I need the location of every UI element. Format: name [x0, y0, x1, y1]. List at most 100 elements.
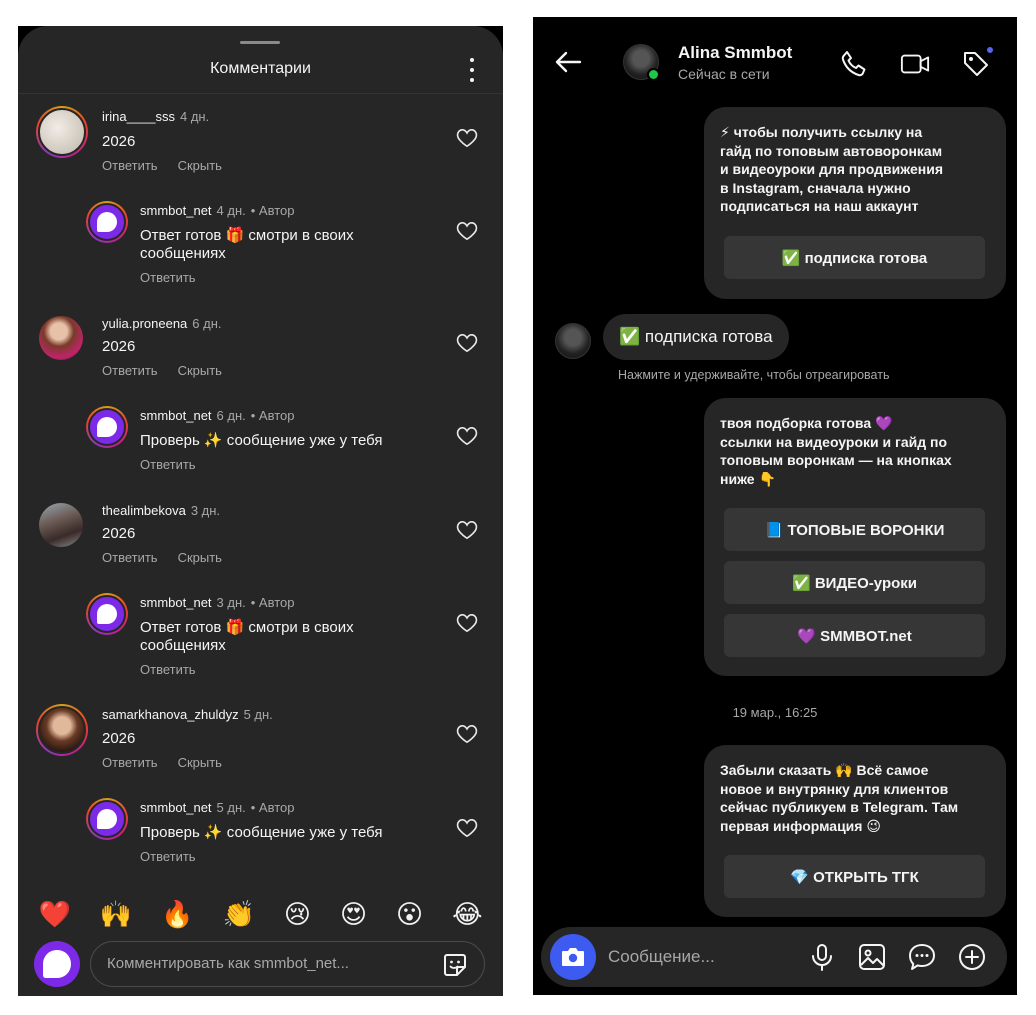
more-options-icon[interactable] — [466, 58, 478, 82]
received-message[interactable]: ✅ подписка готова — [603, 314, 789, 360]
heart-icon[interactable] — [456, 724, 478, 744]
reply-button[interactable]: Ответить — [140, 270, 196, 285]
contact-name[interactable]: Alina Smmbot — [678, 43, 792, 63]
link-button-telegram[interactable]: 💎 ОТКРЫТЬ ТГК — [724, 855, 985, 898]
quick-reply-button[interactable]: ✅ подписка готова — [724, 236, 985, 279]
emoji-fire[interactable]: 🔥 — [161, 899, 193, 930]
camera-button[interactable] — [550, 934, 596, 980]
emoji-heart-eyes[interactable]: 😍 — [340, 899, 367, 930]
comment-text: Проверь ✨ сообщение уже у тебя — [140, 432, 383, 449]
reply-button[interactable]: Ответить — [102, 363, 158, 378]
author-badge: • Автор — [250, 408, 295, 423]
message-input[interactable]: Сообщение... — [608, 947, 715, 967]
time-ago: 5 дн. — [243, 707, 273, 722]
link-button-video-lessons[interactable]: ✅ ВИДЕО-уроки — [724, 561, 985, 604]
avatar[interactable] — [36, 704, 88, 756]
message-bubble: Забыли сказать 🙌 Всё самое новое и внутр… — [704, 745, 1006, 917]
video-call-icon[interactable] — [900, 49, 930, 79]
username[interactable]: thealimbekova — [102, 503, 186, 518]
username[interactable]: smmbot_net — [140, 595, 212, 610]
reply-button[interactable]: Ответить — [140, 457, 196, 472]
time-ago: 5 дн. — [216, 800, 246, 815]
comment-text: Ответ готов 🎁 смотри в своих сообщениях — [140, 619, 354, 654]
emoji-heart[interactable]: ❤️ — [38, 899, 70, 930]
comment-text: 2026 — [102, 133, 136, 150]
camera-icon — [562, 948, 584, 966]
plus-circle-icon[interactable] — [957, 942, 987, 972]
comment-input[interactable]: Комментировать как smmbot_net... — [90, 941, 485, 987]
reaction-hint: Нажмите и удерживайте, чтобы отреагирова… — [618, 368, 890, 382]
heart-icon[interactable] — [456, 128, 478, 148]
author-badge: • Автор — [250, 203, 295, 218]
direct-chat-panel: Alina Smmbot Сейчас в сети ⚡ чтобы получ… — [533, 17, 1017, 995]
time-ago: 4 дн. — [216, 203, 246, 218]
username[interactable]: irina____sss — [102, 109, 175, 124]
link-button-smmbot[interactable]: 💜 SMMBOT.net — [724, 614, 985, 657]
time-ago: 4 дн. — [180, 109, 210, 124]
heart-icon[interactable] — [456, 818, 478, 838]
message-text: Забыли сказать 🙌 Всё самое новое и внутр… — [720, 762, 959, 834]
avatar[interactable] — [86, 406, 128, 448]
link-button-funnels[interactable]: 📘 ТОПОВЫЕ ВОРОНКИ — [724, 508, 985, 551]
emoji-laugh[interactable]: 😂 — [452, 899, 482, 930]
username[interactable]: yulia.proneena — [102, 316, 187, 331]
avatar[interactable] — [39, 316, 83, 360]
message-text: ⚡ чтобы получить ссылку на гайд по топов… — [720, 124, 944, 214]
time-ago: 6 дн. — [216, 408, 246, 423]
comment-text: 2026 — [102, 730, 136, 747]
username[interactable]: samarkhanova_zhuldyz — [102, 707, 239, 722]
emoji-surprised[interactable]: 😮 — [396, 899, 423, 930]
comments-title: Комментарии — [210, 60, 311, 77]
message-composer: Сообщение... — [541, 927, 1007, 987]
avatar[interactable] — [86, 593, 128, 635]
heart-icon[interactable] — [456, 613, 478, 633]
reply-button[interactable]: Ответить — [102, 158, 158, 173]
comment-text: 2026 — [102, 338, 136, 355]
heart-icon[interactable] — [456, 333, 478, 353]
reply-button[interactable]: Ответить — [102, 550, 158, 565]
sticker-icon[interactable] — [442, 952, 468, 978]
emoji-cry[interactable]: 😢 — [284, 899, 311, 930]
avatar[interactable] — [39, 503, 83, 547]
comment-input-placeholder: Комментировать как smmbot_net... — [107, 955, 349, 972]
hide-button[interactable]: Скрыть — [178, 158, 222, 173]
phone-icon[interactable] — [839, 49, 869, 79]
gallery-icon[interactable] — [857, 942, 887, 972]
time-ago: 6 дн. — [192, 316, 222, 331]
reply-button[interactable]: Ответить — [140, 849, 196, 864]
back-arrow-icon[interactable] — [553, 47, 583, 77]
hide-button[interactable]: Скрыть — [178, 363, 222, 378]
reply-button[interactable]: Ответить — [140, 662, 196, 677]
comment-text: Проверь ✨ сообщение уже у тебя — [140, 824, 383, 841]
avatar[interactable] — [86, 201, 128, 243]
microphone-icon[interactable] — [807, 942, 837, 972]
avatar[interactable] — [86, 798, 128, 840]
contact-status: Сейчас в сети — [678, 66, 770, 82]
divider — [18, 93, 503, 94]
time-ago: 3 дн. — [190, 503, 221, 518]
sheet-grab-handle[interactable] — [240, 41, 280, 44]
comment-text: Ответ готов 🎁 смотри в своих сообщениях — [140, 227, 354, 262]
username[interactable]: smmbot_net — [140, 408, 212, 423]
heart-icon[interactable] — [456, 221, 478, 241]
hide-button[interactable]: Скрыть — [178, 755, 222, 770]
username[interactable]: smmbot_net — [140, 203, 212, 218]
my-avatar — [34, 941, 80, 987]
heart-icon[interactable] — [456, 426, 478, 446]
quick-reactions: ❤️ 🙌 🔥 👏 😢 😍 😮 😂 — [18, 894, 503, 934]
username[interactable]: smmbot_net — [140, 800, 212, 815]
reply-button[interactable]: Ответить — [102, 755, 158, 770]
author-badge: • Автор — [250, 800, 295, 815]
avatar[interactable] — [36, 106, 88, 158]
comment-text: 2026 — [102, 525, 136, 542]
chat-bubble-icon[interactable] — [907, 942, 937, 972]
heart-icon[interactable] — [456, 520, 478, 540]
sender-avatar — [555, 323, 591, 359]
emoji-clap[interactable]: 👏 — [223, 899, 255, 930]
notification-dot — [985, 45, 995, 55]
time-ago: 3 дн. — [216, 595, 246, 610]
hide-button[interactable]: Скрыть — [178, 550, 222, 565]
message-bubble: твоя подборка готова 💜 ссылки на видеоур… — [704, 398, 1006, 676]
comments-panel: Комментарии irina____sss 4 дн. 2026 Ответ… — [18, 26, 503, 996]
emoji-raised-hands[interactable]: 🙌 — [100, 899, 132, 930]
